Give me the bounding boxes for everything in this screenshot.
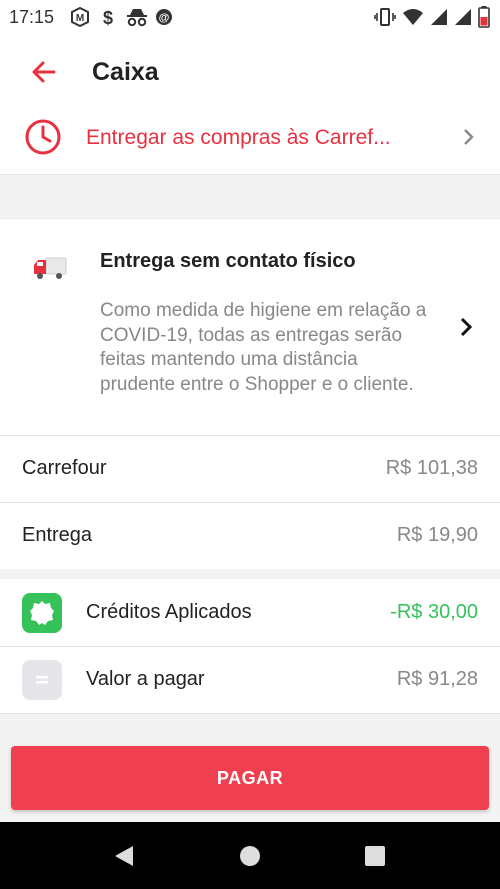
battery-icon: [478, 6, 490, 33]
delivery-label: Entrega: [22, 524, 93, 546]
delivery-value: R$ 19,90: [396, 524, 478, 546]
signal-icon: [430, 8, 448, 31]
pay-button[interactable]: PAGAR: [11, 746, 489, 810]
contactless-delivery-notice[interactable]: Entrega sem contato físico Como medida d…: [0, 219, 500, 436]
truck-icon: [32, 255, 68, 281]
chevron-right-icon: [458, 316, 474, 338]
delivery-schedule-text: Entregar as compras às Carref...: [86, 126, 391, 149]
status-bar: 17:15 M $ @: [0, 0, 500, 36]
signal-icon: [454, 8, 472, 31]
notice-title: Entrega sem contato físico: [100, 250, 356, 272]
incognito-icon: [126, 7, 147, 27]
vibrate-icon: [374, 7, 396, 32]
m-badge-icon: M: [70, 6, 90, 28]
svg-text:M: M: [76, 13, 84, 24]
notice-body: Como medida de higiene em relação a COVI…: [100, 300, 427, 395]
credits-row: Créditos Aplicados -R$ 30,00: [0, 580, 500, 647]
dollar-app-icon: $: [98, 7, 118, 28]
store-value: R$ 101,38: [385, 457, 478, 479]
svg-text:$: $: [103, 8, 113, 27]
credits-label: Créditos Aplicados: [86, 601, 252, 623]
badge-icon: [22, 593, 62, 633]
back-nav-icon[interactable]: [111, 843, 137, 869]
sync-icon: @: [154, 7, 174, 27]
page-title: Caixa: [92, 58, 159, 86]
delivery-fee-row: Entrega R$ 19,90: [0, 503, 500, 570]
equals-icon: [22, 660, 62, 700]
arrow-left-icon[interactable]: [28, 56, 60, 88]
recents-nav-icon[interactable]: [362, 843, 388, 869]
svg-text:@: @: [159, 12, 170, 24]
section-divider: [0, 175, 500, 219]
store-subtotal-row: Carrefour R$ 101,38: [0, 436, 500, 503]
system-nav-bar: [0, 822, 500, 889]
home-nav-icon[interactable]: [237, 843, 263, 869]
store-label: Carrefour: [22, 457, 107, 479]
total-value: R$ 91,28: [396, 668, 478, 690]
delivery-schedule-row[interactable]: Entregar as compras às Carref...: [0, 110, 500, 175]
chevron-right-icon: [462, 127, 476, 147]
credits-value: -R$ 30,00: [390, 601, 478, 623]
wifi-icon: [402, 8, 424, 31]
total-label: Valor a pagar: [86, 668, 205, 690]
app-bar: Caixa: [0, 36, 500, 111]
status-time: 17:15: [9, 7, 55, 27]
total-row: Valor a pagar R$ 91,28: [0, 647, 500, 714]
section-divider: [0, 569, 500, 579]
clock-icon: [24, 118, 62, 156]
